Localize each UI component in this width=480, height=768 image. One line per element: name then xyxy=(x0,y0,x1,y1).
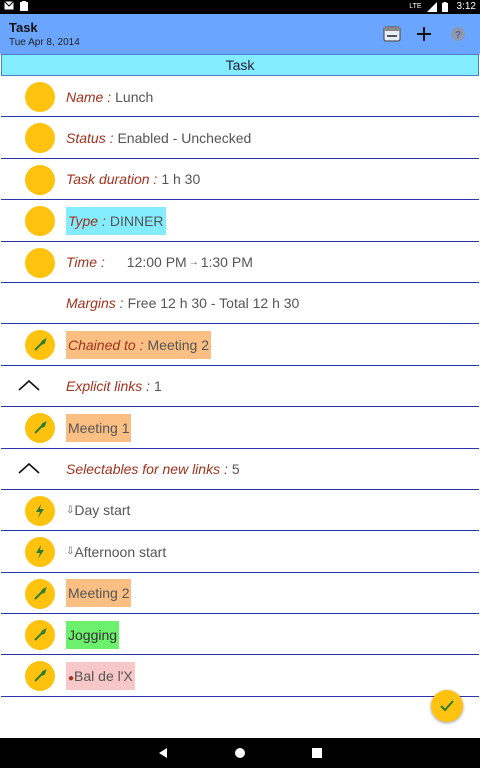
status-bar: LTE 3:12 xyxy=(0,0,480,14)
afternoon-start-value: Afternoon start xyxy=(74,543,167,560)
row-margins[interactable]: Margins : Free 12 h 30 - Total 12 h 30 xyxy=(1,283,479,325)
back-button[interactable] xyxy=(154,744,172,762)
type-value: DINNER xyxy=(109,212,164,229)
meeting-2-value: Meeting 2 xyxy=(66,579,132,608)
app-title: Task xyxy=(9,20,38,35)
status-circle-icon xyxy=(25,123,55,154)
calendar-button[interactable] xyxy=(380,22,404,46)
task-detail-list: Name : Lunch Status : Enabled - Unchecked … xyxy=(1,76,479,697)
margins-value: Free 12 h 30 - Total 12 h 30 xyxy=(127,295,300,312)
row-selectables[interactable]: Selectables for new links :5 xyxy=(1,449,479,490)
recents-button[interactable] xyxy=(308,744,326,762)
clipboard-icon xyxy=(20,1,30,11)
row-time[interactable]: Time : 12:00 PM → 1:30 PM xyxy=(1,242,479,283)
status-circle-icon xyxy=(25,164,55,195)
time-label: Time : xyxy=(66,254,105,271)
time-end: 1:30 PM xyxy=(200,254,253,271)
network-label: LTE xyxy=(409,3,422,10)
home-button[interactable] xyxy=(231,744,249,762)
time-arrow: → xyxy=(188,256,199,268)
explicit-links-label: Explicit links : xyxy=(66,378,151,395)
margins-label: Margins : xyxy=(66,295,124,312)
explicit-links-count: 1 xyxy=(154,378,162,395)
name-value: Lunch xyxy=(115,88,154,105)
wrench-icon[interactable] xyxy=(25,661,55,692)
row-name[interactable]: Name : Lunch xyxy=(1,76,479,118)
anchor-icon: ⇩ xyxy=(66,504,75,516)
checkmark-icon xyxy=(440,700,454,712)
mail-icon xyxy=(4,1,14,11)
row-duration[interactable]: Task duration :1 h 30 xyxy=(1,159,479,201)
row-bal[interactable]: ●Bal de l'X xyxy=(1,655,479,697)
jogging-value: Jogging xyxy=(66,620,120,649)
signal-icon xyxy=(426,1,437,12)
lightning-icon[interactable] xyxy=(25,537,55,568)
plus-icon xyxy=(417,27,431,41)
chained-label: Chained to : xyxy=(68,336,144,353)
chained-value: Meeting 2 xyxy=(147,336,209,353)
row-afternoon-start[interactable]: ⇩ Afternoon start xyxy=(1,531,479,573)
help-icon: ? xyxy=(451,27,465,41)
row-status[interactable]: Status : Enabled - Unchecked xyxy=(1,117,479,159)
row-meeting-1[interactable]: Meeting 1 xyxy=(1,407,479,449)
day-start-value: Day start xyxy=(74,502,131,519)
row-meeting-2[interactable]: Meeting 2 xyxy=(1,573,479,615)
status-circle-icon xyxy=(25,247,55,278)
navigation-bar xyxy=(0,738,480,768)
back-icon xyxy=(159,748,167,758)
wrench-icon[interactable] xyxy=(25,330,55,361)
chevron-up-icon[interactable] xyxy=(18,461,40,475)
add-button[interactable] xyxy=(412,22,436,46)
duration-value: 1 h 30 xyxy=(161,171,201,188)
duration-label: Task duration : xyxy=(66,171,158,188)
home-icon xyxy=(235,748,245,758)
row-type[interactable]: Type : DINNER xyxy=(1,200,479,242)
wrench-icon[interactable] xyxy=(25,413,55,444)
battery-icon xyxy=(441,1,452,12)
status-circle-icon xyxy=(25,206,55,237)
confirm-button[interactable] xyxy=(431,690,463,722)
clock: 3:12 xyxy=(456,1,476,12)
section-header: Task xyxy=(1,54,479,76)
svg-text:?: ? xyxy=(455,30,461,41)
type-label: Type : xyxy=(68,212,106,229)
row-explicit-links[interactable]: Explicit links :1 xyxy=(1,366,479,408)
help-button[interactable]: ? xyxy=(446,22,470,46)
app-bar: Task Tue Apr 8, 2014 ? xyxy=(0,14,480,54)
status-value: Enabled - Unchecked xyxy=(117,129,252,146)
row-day-start[interactable]: ⇩ Day start xyxy=(1,490,479,532)
row-jogging[interactable]: Jogging xyxy=(1,614,479,656)
status-label: Status : xyxy=(66,129,114,146)
wrench-icon[interactable] xyxy=(25,620,55,651)
chevron-up-icon[interactable] xyxy=(18,378,40,392)
lightning-icon[interactable] xyxy=(25,495,55,526)
row-chained[interactable]: Chained to : Meeting 2 xyxy=(1,324,479,366)
anchor-icon: ⇩ xyxy=(66,546,75,558)
bal-value: Bal de l'X xyxy=(74,667,133,684)
status-circle-icon xyxy=(25,82,55,112)
recents-icon xyxy=(312,748,322,758)
selectables-count: 5 xyxy=(231,461,240,478)
wrench-icon[interactable] xyxy=(25,578,55,609)
app-subtitle: Tue Apr 8, 2014 xyxy=(9,37,80,48)
name-label: Name : xyxy=(66,88,112,105)
selectables-label: Selectables for new links : xyxy=(66,461,228,478)
time-start: 12:00 PM xyxy=(126,254,187,271)
meeting-1-value: Meeting 1 xyxy=(66,413,132,442)
calendar-icon xyxy=(383,26,401,42)
